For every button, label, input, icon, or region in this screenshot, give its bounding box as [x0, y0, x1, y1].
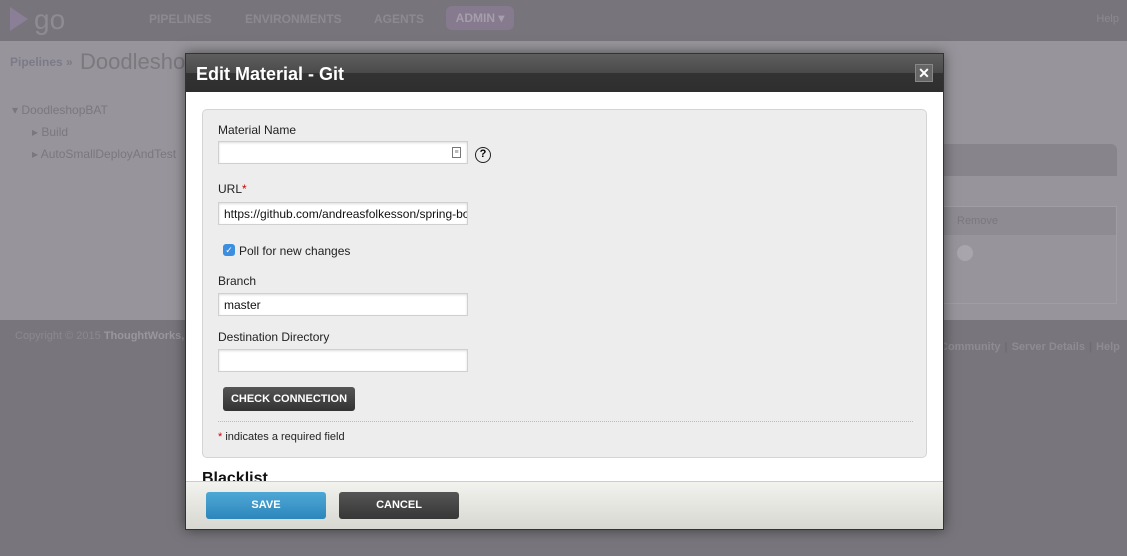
poll-checkbox[interactable]: ✓ [223, 244, 235, 256]
nav-admin[interactable]: ADMIN ▾ [446, 6, 514, 30]
poll-label: Poll for new changes [239, 244, 351, 258]
tree-item-label: Build [41, 125, 69, 139]
go-logo[interactable]: go [10, 4, 65, 36]
modal-footer: SAVE CANCEL [186, 481, 943, 529]
breadcrumb-pipelines[interactable]: Pipelines [10, 55, 63, 69]
required-star: * [218, 431, 223, 443]
material-name-label: Material Name [218, 123, 297, 137]
material-name-input[interactable]: ≡ [218, 141, 468, 164]
required-asterisk: * [242, 182, 247, 196]
top-header: go PIPELINES ENVIRONMENTS AGENTS ADMIN ▾… [0, 0, 1127, 41]
branch-input[interactable]: master [218, 293, 468, 316]
nav-pipelines[interactable]: PIPELINES [149, 12, 212, 26]
check-connection-button[interactable]: CHECK CONNECTION [223, 387, 355, 411]
tree-item-autosmall[interactable]: ▸ AutoSmallDeployAndTest [12, 147, 176, 169]
contact-card-icon: ≡ [452, 147, 461, 158]
footer-links: Community | Server Details | Help [940, 341, 1120, 353]
footer-link-community[interactable]: Community [940, 341, 1001, 353]
save-button[interactable]: SAVE [206, 492, 326, 519]
modal-title: Edit Material - Git [196, 64, 345, 84]
copyright-text: Copyright © 2015 [15, 330, 101, 342]
page-title: Doodleshop [80, 49, 198, 74]
destination-label: Destination Directory [218, 330, 330, 344]
help-icon[interactable]: ? [475, 147, 491, 163]
breadcrumb-separator: » [66, 55, 73, 69]
remove-column-header: Remove [941, 207, 1116, 235]
branch-label: Branch [218, 274, 257, 288]
breadcrumb: Pipelines » [10, 55, 73, 69]
help-link[interactable]: Help [1096, 13, 1119, 25]
url-input[interactable]: https://github.com/andreasfolkesson/spri… [218, 202, 468, 225]
copyright: Copyright © 2015 ThoughtWorks, [15, 330, 184, 342]
divider [218, 421, 913, 422]
tree-root[interactable]: ▾ DoodleshopBAT [12, 103, 176, 125]
cancel-button[interactable]: CANCEL [339, 492, 459, 519]
logo-triangle-icon [10, 7, 28, 31]
tree-root-label: DoodleshopBAT [21, 103, 108, 117]
remove-icon[interactable] [957, 245, 973, 261]
tree-item-label: AutoSmallDeployAndTest [40, 147, 177, 161]
pipeline-tree: ▾ DoodleshopBAT ▸ Build ▸ AutoSmallDeplo… [12, 103, 176, 169]
url-label-text: URL [218, 182, 243, 196]
logo-text: go [34, 4, 66, 35]
url-label: URL* [218, 182, 247, 196]
modal-header: Edit Material - Git [186, 54, 943, 92]
footer-link-help[interactable]: Help [1096, 341, 1120, 353]
nav-environments[interactable]: ENVIRONMENTS [245, 12, 342, 26]
close-icon[interactable]: ✕ [915, 64, 933, 82]
right-panel-header [940, 144, 1117, 176]
materials-table: Remove [940, 206, 1117, 304]
nav-agents[interactable]: AGENTS [374, 12, 424, 26]
destination-input[interactable] [218, 349, 468, 372]
required-note: * indicates a required field [218, 431, 345, 443]
required-note-text: indicates a required field [225, 431, 345, 443]
tree-item-build[interactable]: ▸ Build [12, 125, 176, 147]
edit-material-modal: Edit Material - Git ✕ Material Name ≡ ? … [185, 53, 944, 530]
company-name: ThoughtWorks, [103, 330, 185, 342]
material-form: Material Name ≡ ? URL* https://github.co… [202, 109, 927, 458]
footer-link-server-details[interactable]: Server Details [1012, 341, 1085, 353]
